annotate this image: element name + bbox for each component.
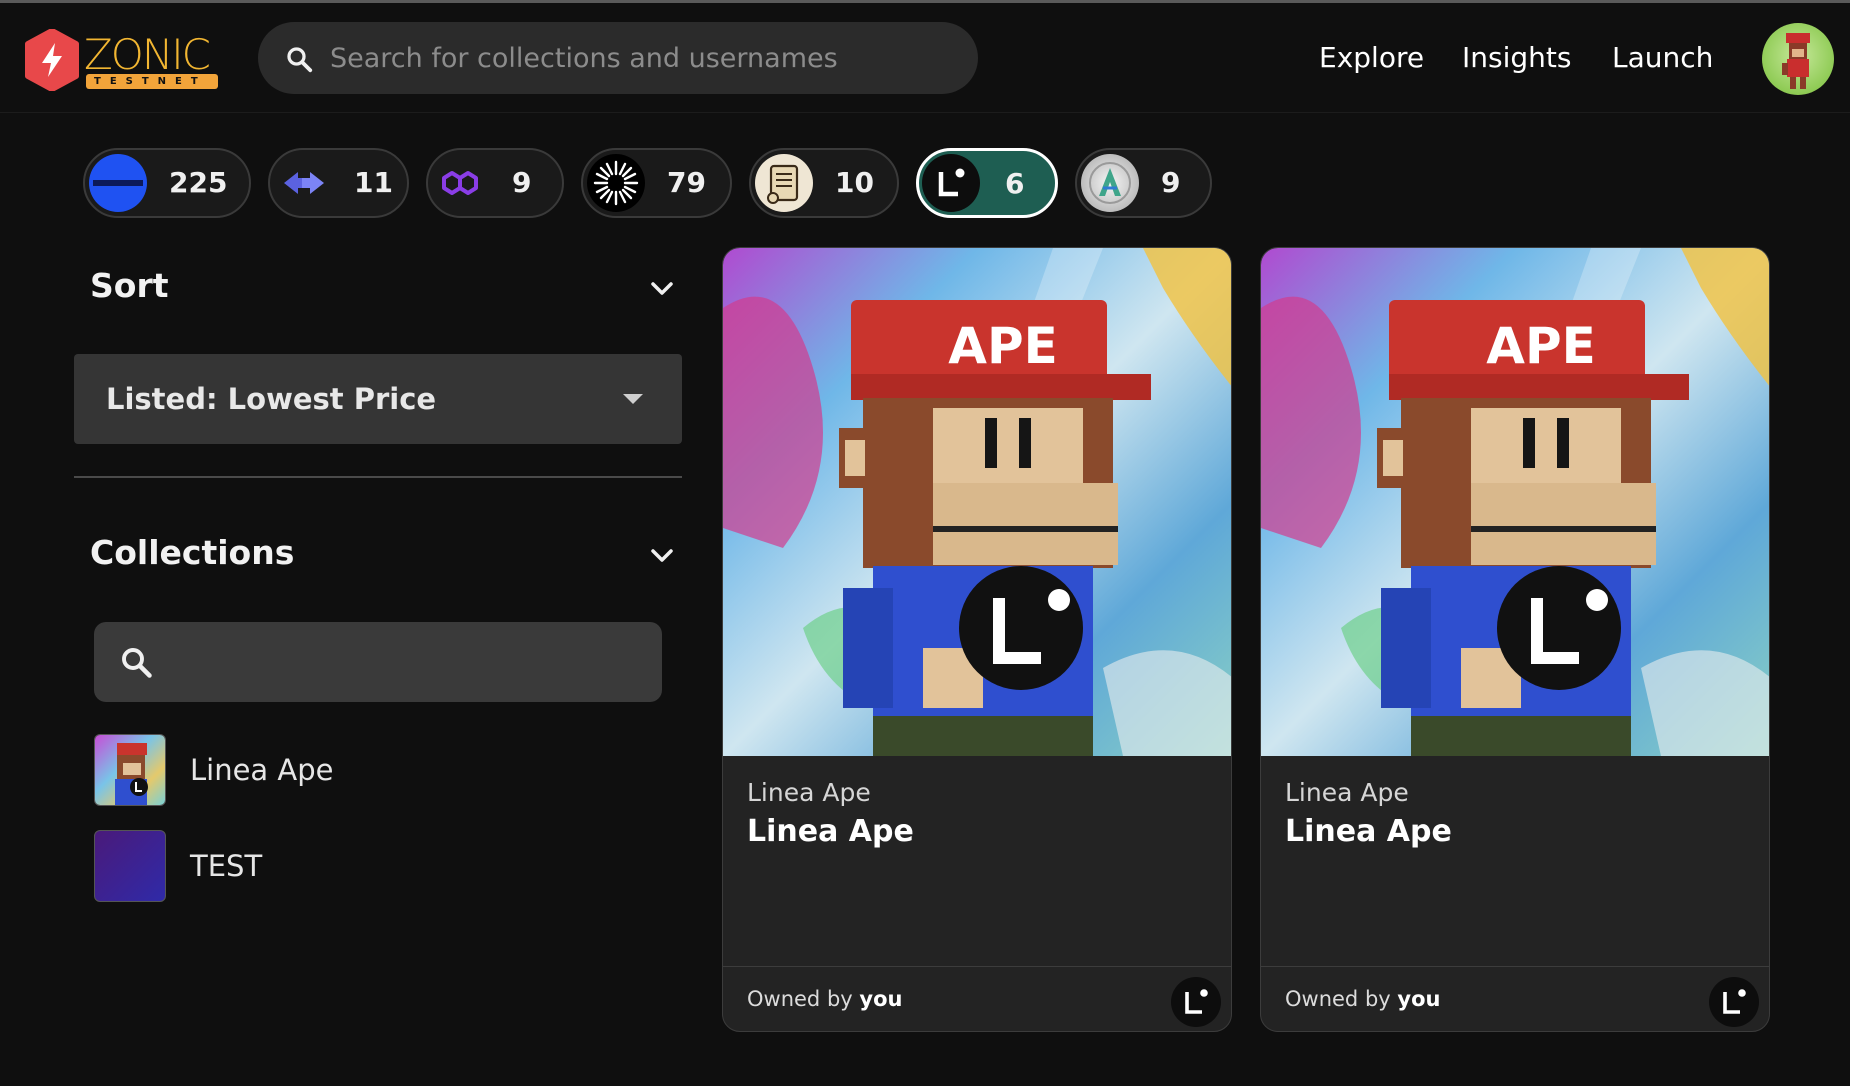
search-icon <box>122 648 152 678</box>
collection-label: Linea Ape <box>190 753 334 787</box>
chain-chip-polygon[interactable]: 9 <box>426 148 564 218</box>
owner-name: you <box>1397 987 1441 1011</box>
owner-prefix: Owned by <box>747 987 853 1011</box>
linea-chain-icon <box>1709 977 1759 1027</box>
nav-insights[interactable]: Insights <box>1462 36 1571 80</box>
avatar[interactable] <box>1762 23 1834 95</box>
caret-down-icon <box>623 394 643 404</box>
chip-count: 9 <box>1161 166 1181 199</box>
nft-card[interactable]: APE Linea Ape Linea Ape Owned by you <box>722 247 1232 1032</box>
hat-text: APE <box>948 317 1058 375</box>
chip-count: 10 <box>835 166 874 199</box>
nav-explore[interactable]: Explore <box>1319 36 1424 80</box>
nav-launch[interactable]: Launch <box>1612 36 1713 80</box>
chip-count: 9 <box>512 166 532 199</box>
search-input[interactable] <box>330 22 950 94</box>
collection-search-input[interactable] <box>170 622 640 702</box>
sort-title: Sort <box>90 266 169 305</box>
collection-search[interactable] <box>94 622 662 702</box>
card-title[interactable]: Linea Ape <box>1285 814 1452 849</box>
linea-icon <box>922 154 980 212</box>
chain-chip-linea-blue[interactable]: 225 <box>83 148 251 218</box>
polygon-icon <box>432 154 490 212</box>
arbitrum-nova-icon <box>274 154 332 212</box>
chain-chip-scroll[interactable]: 10 <box>749 148 899 218</box>
collection-item-test[interactable]: TEST <box>94 830 654 902</box>
sort-chevron-down-icon[interactable] <box>650 281 674 297</box>
sidebar-divider <box>74 476 682 478</box>
collection-label: TEST <box>190 849 263 883</box>
linea-chain-icon <box>1171 977 1221 1027</box>
logo-subtext: TESTNET <box>86 74 218 89</box>
sort-select[interactable]: Listed: Lowest Price <box>74 354 682 444</box>
card-collection[interactable]: Linea Ape <box>1285 778 1409 807</box>
chip-count: 79 <box>667 166 706 199</box>
global-search[interactable] <box>258 22 978 94</box>
chain-chip-arbitrum[interactable]: 11 <box>268 148 409 218</box>
sunburst-chain-icon <box>587 154 645 212</box>
test-thumbnail <box>94 830 166 902</box>
card-owner: Owned by you <box>747 967 902 1031</box>
zonic-logo-icon <box>25 29 79 91</box>
collections-title: Collections <box>90 533 295 572</box>
card-footer: Owned by you <box>1261 966 1769 1031</box>
owner-prefix: Owned by <box>1285 987 1391 1011</box>
owner-name: you <box>859 987 903 1011</box>
scroll-icon <box>755 154 813 212</box>
nft-image: APE <box>1261 248 1769 756</box>
nft-image: APE <box>723 248 1231 756</box>
collection-item-linea-ape[interactable]: Linea Ape <box>94 734 654 806</box>
chip-count: 11 <box>354 166 393 199</box>
logo-text: ZONIC TESTNET <box>84 34 244 90</box>
logo[interactable]: ZONIC TESTNET <box>22 28 218 92</box>
search-icon <box>287 47 313 73</box>
chain-chip-sunburst[interactable]: 79 <box>581 148 732 218</box>
sort-select-value: Listed: Lowest Price <box>106 382 437 416</box>
astar-icon <box>1081 154 1139 212</box>
logo-word: ZONIC <box>84 30 211 79</box>
collections-chevron-down-icon[interactable] <box>650 548 674 564</box>
linea-blue-icon <box>89 154 147 212</box>
card-title[interactable]: Linea Ape <box>747 814 914 849</box>
card-collection[interactable]: Linea Ape <box>747 778 871 807</box>
card-footer: Owned by you <box>723 966 1231 1031</box>
chip-count: 225 <box>169 166 228 199</box>
header: ZONIC TESTNET Explore Insights Launch <box>0 3 1850 113</box>
linea-ape-thumbnail <box>94 734 166 806</box>
card-owner: Owned by you <box>1285 967 1440 1031</box>
chain-chip-astar[interactable]: 9 <box>1075 148 1212 218</box>
nft-card[interactable]: APE Linea Ape Linea Ape Owned by you <box>1260 247 1770 1032</box>
avatar-ape-icon <box>1782 33 1810 89</box>
hat-text: APE <box>1486 317 1596 375</box>
chip-count: 6 <box>1005 167 1025 200</box>
chain-chip-linea[interactable]: 6 <box>916 148 1058 218</box>
